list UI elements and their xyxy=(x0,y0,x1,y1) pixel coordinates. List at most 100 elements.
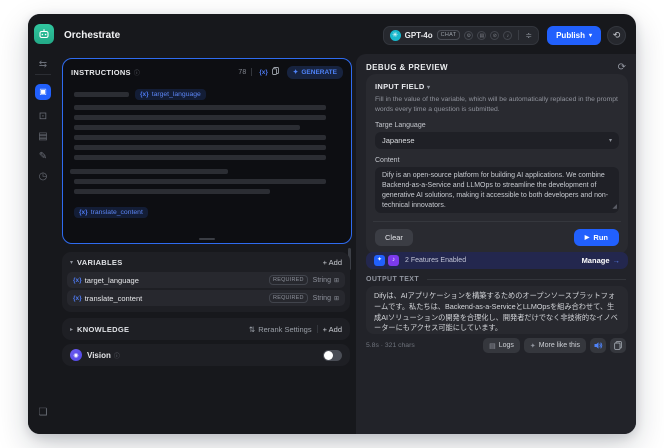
variable-settings-icon[interactable]: ⊞ xyxy=(334,277,339,284)
variable-row-target-language[interactable]: {x} target_language REQUIRED String ⊞ xyxy=(67,272,345,288)
model-selector[interactable]: ✳ GPT-4o CHAT ⚙ ▤ ⊘ ♪ ≑ xyxy=(382,25,540,45)
variable-token-target-language[interactable]: {x} target_language xyxy=(135,89,206,100)
copy-output-button[interactable] xyxy=(610,338,626,353)
redacted-text-line xyxy=(74,125,300,130)
variable-type: String xyxy=(312,276,331,284)
pill-divider xyxy=(518,30,520,40)
variables-section: ▾ VARIABLES + Add {x} target_language RE… xyxy=(62,252,350,312)
divider xyxy=(251,68,253,76)
input-field-description: Fill in the value of the variable, which… xyxy=(375,96,618,113)
knowledge-section: ▸ KNOWLEDGE ⇅ Rerank Settings + Add xyxy=(62,318,350,340)
content-value: Dify is an open-source platform for buil… xyxy=(382,171,609,210)
sidebar-item-logs-icon[interactable]: ▤ xyxy=(28,130,58,144)
features-enabled-bar[interactable]: ✦ ♪ 2 Features Enabled Manage → xyxy=(366,252,628,269)
info-icon: ⓘ xyxy=(133,70,140,77)
output-text-card: Difyは、AIアプリケーションを構築するためのオープンソースプラットフォームで… xyxy=(366,286,628,334)
arrow-right-icon: → xyxy=(612,256,621,265)
redacted-text-line xyxy=(74,189,270,194)
model-params-icon[interactable]: ≑ xyxy=(525,31,532,40)
openai-icon: ✳ xyxy=(389,29,401,41)
variable-glyph: {x} xyxy=(73,294,82,302)
sidebar-item-api-icon[interactable]: ⊡ xyxy=(28,110,58,124)
input-field-card: INPUT FIELD ▾ Fill in the value of the v… xyxy=(366,74,628,254)
sidebar-item-orchestrate[interactable]: ▣ xyxy=(35,84,51,100)
variable-name: target_language xyxy=(84,275,139,285)
variable-token-translate-content[interactable]: {x} translate_content xyxy=(74,207,148,218)
target-language-label: Targe Language xyxy=(375,121,426,129)
restart-icon[interactable]: ⟳ xyxy=(618,62,626,73)
text-to-speech-button[interactable] xyxy=(590,338,606,353)
logs-label: Logs xyxy=(498,342,514,349)
insert-variable-icon[interactable]: {x} xyxy=(259,69,268,76)
copy-icon xyxy=(614,341,622,350)
feature-icon-1: ✦ xyxy=(374,255,385,266)
model-mode-badge: CHAT xyxy=(436,30,461,40)
sidebar-item-monitoring-icon[interactable]: ◷ xyxy=(28,170,58,184)
output-text: Difyは、AIアプリケーションを構築するためのオープンソースプラットフォームで… xyxy=(374,291,618,333)
generate-label: GENERATE xyxy=(301,68,337,76)
redacted-text-line xyxy=(74,135,326,140)
rail-divider xyxy=(35,74,51,75)
content-textarea[interactable]: Dify is an open-source platform for buil… xyxy=(375,166,619,213)
copy-prompt-icon[interactable] xyxy=(271,67,279,77)
input-field-header[interactable]: INPUT FIELD ▾ xyxy=(375,82,619,91)
desktop: ⇆ ▣ ⊡ ▤ ✎ ◷ ❏ Orchestrate ✳ GPT-4o CHAT … xyxy=(0,0,664,448)
instructions-panel[interactable]: INSTRUCTIONS ⓘ 78 {x} ✦ GENERATE {x} tar… xyxy=(62,58,352,244)
chevron-down-icon: ▾ xyxy=(426,85,431,91)
chevron-down-icon: ▾ xyxy=(608,137,612,144)
debug-preview-panel: DEBUG & PREVIEW ⟳ INPUT FIELD ▾ Fill in … xyxy=(356,54,636,434)
model-switch-icon[interactable]: ⇆ xyxy=(28,58,58,72)
redacted-text-line xyxy=(70,169,228,174)
variable-settings-icon[interactable]: ⊞ xyxy=(334,295,339,302)
knowledge-title: KNOWLEDGE xyxy=(77,324,130,334)
content-label: Content xyxy=(375,156,400,164)
required-badge: REQUIRED xyxy=(269,275,308,285)
variable-glyph: {x} xyxy=(140,91,149,98)
chevron-down-icon[interactable]: ▾ xyxy=(70,259,73,266)
instructions-header: INSTRUCTIONS ⓘ 78 {x} ✦ GENERATE xyxy=(63,62,351,82)
collapse-panel-icon[interactable]: ❏ xyxy=(28,406,58,420)
publish-button[interactable]: Publish ▾ xyxy=(547,25,601,45)
output-text-title: OUTPUT TEXT xyxy=(366,276,420,283)
capability-icon-1: ⚙ xyxy=(464,30,474,40)
run-label: Run xyxy=(593,232,608,242)
generate-button[interactable]: ✦ GENERATE xyxy=(286,65,343,79)
variable-type: String xyxy=(312,294,331,302)
chevron-down-icon: ▾ xyxy=(588,32,592,39)
capability-icon-3: ⊘ xyxy=(490,30,500,40)
redacted-text-line xyxy=(74,155,326,160)
chevron-right-icon[interactable]: ▸ xyxy=(70,326,73,333)
more-like-this-button[interactable]: ✦ More like this xyxy=(523,338,586,353)
app-logo-robot-icon[interactable] xyxy=(34,24,54,44)
logs-button[interactable]: ▤ Logs xyxy=(483,338,520,353)
variable-row-translate-content[interactable]: {x} translate_content REQUIRED String ⊞ xyxy=(67,290,345,306)
redacted-text-line xyxy=(74,179,326,184)
run-button[interactable]: ▶ Run xyxy=(573,228,619,246)
add-knowledge-button[interactable]: + Add xyxy=(323,325,342,334)
rerank-icon: ⇅ xyxy=(248,324,256,334)
app-window: ⇆ ▣ ⊡ ▤ ✎ ◷ ❏ Orchestrate ✳ GPT-4o CHAT … xyxy=(28,14,636,434)
resize-handle[interactable] xyxy=(199,238,215,240)
more-like-this-label: More like this xyxy=(538,342,580,349)
vision-label: Vision xyxy=(87,350,111,360)
variable-glyph: {x} xyxy=(79,209,88,216)
info-icon: ⓘ xyxy=(113,353,120,360)
robot-icon xyxy=(39,29,49,39)
capability-icon-4: ♪ xyxy=(503,30,513,40)
textarea-resize-icon[interactable]: ◢ xyxy=(612,203,617,212)
rerank-settings-button[interactable]: Rerank Settings xyxy=(258,325,311,334)
target-language-value: Japanese xyxy=(382,135,415,145)
manage-features-button[interactable]: Manage xyxy=(582,256,610,265)
version-history-button[interactable]: ⟲ xyxy=(607,25,626,45)
sidebar-item-annotation-icon[interactable]: ✎ xyxy=(28,150,58,164)
left-rail: ⇆ ▣ ⊡ ▤ ✎ ◷ ❏ xyxy=(28,14,58,434)
top-bar: Orchestrate ✳ GPT-4o CHAT ⚙ ▤ ⊘ ♪ ≑ Publ… xyxy=(58,14,636,56)
logs-icon: ▤ xyxy=(489,342,496,350)
input-field-title: INPUT FIELD xyxy=(375,82,425,91)
clear-button[interactable]: Clear xyxy=(375,228,413,246)
vision-toggle[interactable] xyxy=(323,349,342,361)
prompt-content[interactable]: {x} target_language {x} translate_conten… xyxy=(63,82,351,219)
add-variable-button[interactable]: + Add xyxy=(323,258,342,267)
redacted-text-line xyxy=(74,115,326,120)
target-language-select[interactable]: Japanese ▾ xyxy=(375,131,619,149)
